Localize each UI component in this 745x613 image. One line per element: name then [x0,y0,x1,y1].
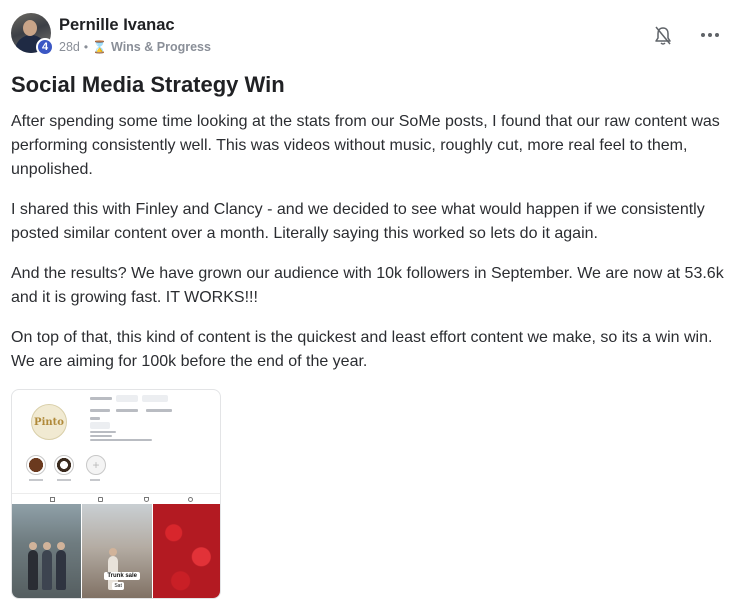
post-paragraph: On top of that, this kind of content is … [11,329,713,370]
photo-thumbnail [152,504,220,598]
post-category[interactable]: Wins & Progress [111,40,211,54]
post-meta: 28d • ⌛ Wins & Progress [59,40,211,54]
bell-off-icon[interactable] [653,25,673,47]
photo-thumbnail [12,504,82,598]
post-body: After spending some time looking at the … [11,110,731,390]
author-avatar[interactable]: 4 [11,13,54,56]
post-paragraph: And the results? We have grown our audie… [11,265,724,306]
photo-caption: Trunk sale [104,572,141,580]
author-name[interactable]: Pernille Ivanac [59,16,175,35]
image-attachment[interactable]: Pinto + Trunk sale Sat [11,389,221,599]
photo-thumbnail: Trunk sale Sat [82,504,152,598]
plus-icon: + [86,455,106,475]
post-header: 4 Pernille Ivanac 28d • ⌛ Wins & Progres… [11,13,735,57]
photo-caption: Sat [112,582,124,590]
photo-grid: Trunk sale Sat [12,504,220,598]
brand-logo: Pinto [31,404,67,440]
post-paragraph: I shared this with Finley and Clancy - a… [11,201,705,242]
story-highlight [26,455,46,475]
hourglass-icon: ⌛ [92,40,108,54]
story-highlight [54,455,74,475]
level-badge: 4 [36,38,54,56]
meta-separator: • [83,40,89,54]
post-paragraph: After spending some time looking at the … [11,113,720,178]
instagram-profile-screenshot: Pinto + [12,390,220,490]
more-options-icon[interactable] [695,27,725,43]
post-age[interactable]: 28d [59,40,80,54]
post-title: Social Media Strategy Win [11,72,285,97]
